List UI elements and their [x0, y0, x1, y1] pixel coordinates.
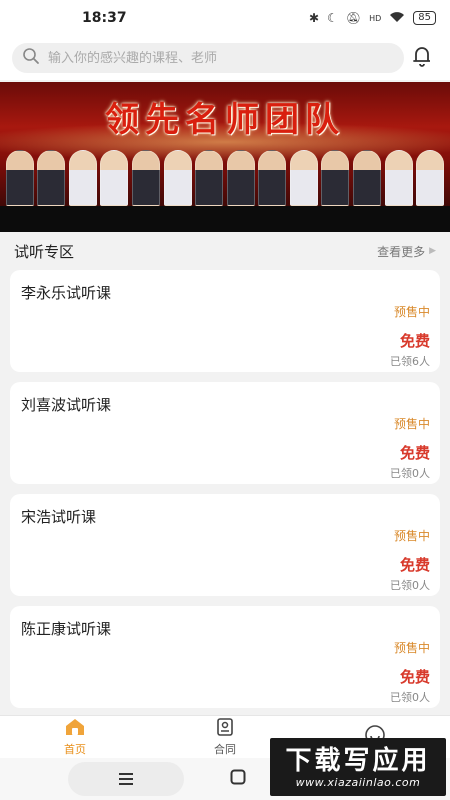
search-input[interactable]	[48, 50, 394, 66]
search-row	[0, 36, 450, 80]
menu-button[interactable]	[68, 762, 184, 796]
tab-home[interactable]: 首页	[35, 717, 115, 757]
status-icons: ✱ ☾ 🔕︎ HD 85	[309, 11, 436, 26]
course-card[interactable]: 陈正康试听课 预售中 免费 已领0人	[10, 606, 440, 708]
menu-icon	[118, 770, 134, 789]
teacher-figure	[163, 150, 192, 206]
course-list: 李永乐试听课 预售中 免费 已领6人 刘喜波试听课 预售中 免费 已领0人 宋浩…	[0, 270, 450, 708]
claimed-count: 已领0人	[390, 691, 430, 704]
course-price: 免费	[399, 332, 430, 350]
course-price: 免费	[399, 444, 430, 462]
tab-contract[interactable]: 合同	[185, 717, 265, 757]
course-title: 李永乐试听课	[21, 284, 112, 302]
status-time: 18:37	[82, 10, 127, 26]
presale-badge: 预售中	[393, 305, 430, 319]
course-title: 陈正康试听课	[21, 620, 112, 638]
notification-button[interactable]	[404, 45, 440, 71]
contract-icon	[215, 717, 235, 740]
home-square-button[interactable]	[230, 769, 246, 789]
teacher-figure	[68, 150, 97, 206]
section-title: 试听专区	[14, 242, 75, 261]
course-card[interactable]: 宋浩试听课 预售中 免费 已领0人	[10, 494, 440, 596]
site-watermark: 下载写应用 www.xiazaiinlao.com	[270, 738, 446, 796]
status-bar: 18:37 ✱ ☾ 🔕︎ HD 85	[0, 0, 450, 36]
teacher-figure	[352, 150, 381, 206]
teacher-figure	[289, 150, 318, 206]
claimed-count: 已领0人	[390, 467, 430, 480]
banner-floor	[0, 206, 450, 232]
moon-icon: ☾	[327, 11, 338, 25]
mute-icon: 🔕︎	[345, 11, 362, 25]
teacher-figure	[5, 150, 34, 206]
presale-badge: 预售中	[393, 417, 430, 431]
course-price: 免费	[399, 556, 430, 574]
course-card[interactable]: 李永乐试听课 预售中 免费 已领6人	[10, 270, 440, 372]
tab-label: 合同	[214, 743, 236, 756]
presale-badge: 预售中	[393, 641, 430, 655]
course-title: 刘喜波试听课	[21, 396, 112, 414]
teacher-figure	[321, 150, 350, 206]
teacher-figure	[226, 150, 255, 206]
teacher-figure	[384, 150, 413, 206]
course-price: 免费	[399, 668, 430, 686]
watermark-url: www.xiazaiinlao.com	[295, 775, 421, 789]
battery-indicator: 85	[413, 11, 436, 25]
banner-title: 领先名师团队	[105, 100, 345, 140]
tab-label: 首页	[64, 743, 86, 756]
chevron-right-icon: ▶	[429, 246, 436, 256]
teacher-figure	[37, 150, 66, 206]
network-label: HD	[369, 13, 382, 23]
claimed-count: 已领6人	[390, 355, 430, 368]
search-icon	[22, 47, 40, 69]
teacher-figure	[258, 150, 287, 206]
search-box[interactable]	[12, 43, 404, 73]
trial-section-header: 试听专区 查看更多 ▶	[0, 232, 450, 270]
wifi-icon	[389, 11, 405, 26]
teacher-figure	[416, 150, 445, 206]
teacher-figure	[195, 150, 224, 206]
presale-badge: 预售中	[393, 529, 430, 543]
course-title: 宋浩试听课	[21, 508, 97, 526]
teacher-figure	[100, 150, 129, 206]
bell-icon	[412, 45, 432, 71]
course-card[interactable]: 刘喜波试听课 预售中 免费 已领0人	[10, 382, 440, 484]
promo-banner[interactable]: 领先名师团队	[0, 82, 450, 232]
view-more-label: 查看更多	[377, 244, 426, 259]
view-more-link[interactable]: 查看更多 ▶	[377, 243, 436, 260]
home-icon	[64, 717, 86, 740]
teacher-figure	[132, 150, 161, 206]
watermark-title: 下载写应用	[285, 745, 431, 776]
claimed-count: 已领0人	[390, 579, 430, 592]
bluetooth-icon: ✱	[309, 11, 320, 25]
banner-team-photo	[0, 144, 450, 206]
